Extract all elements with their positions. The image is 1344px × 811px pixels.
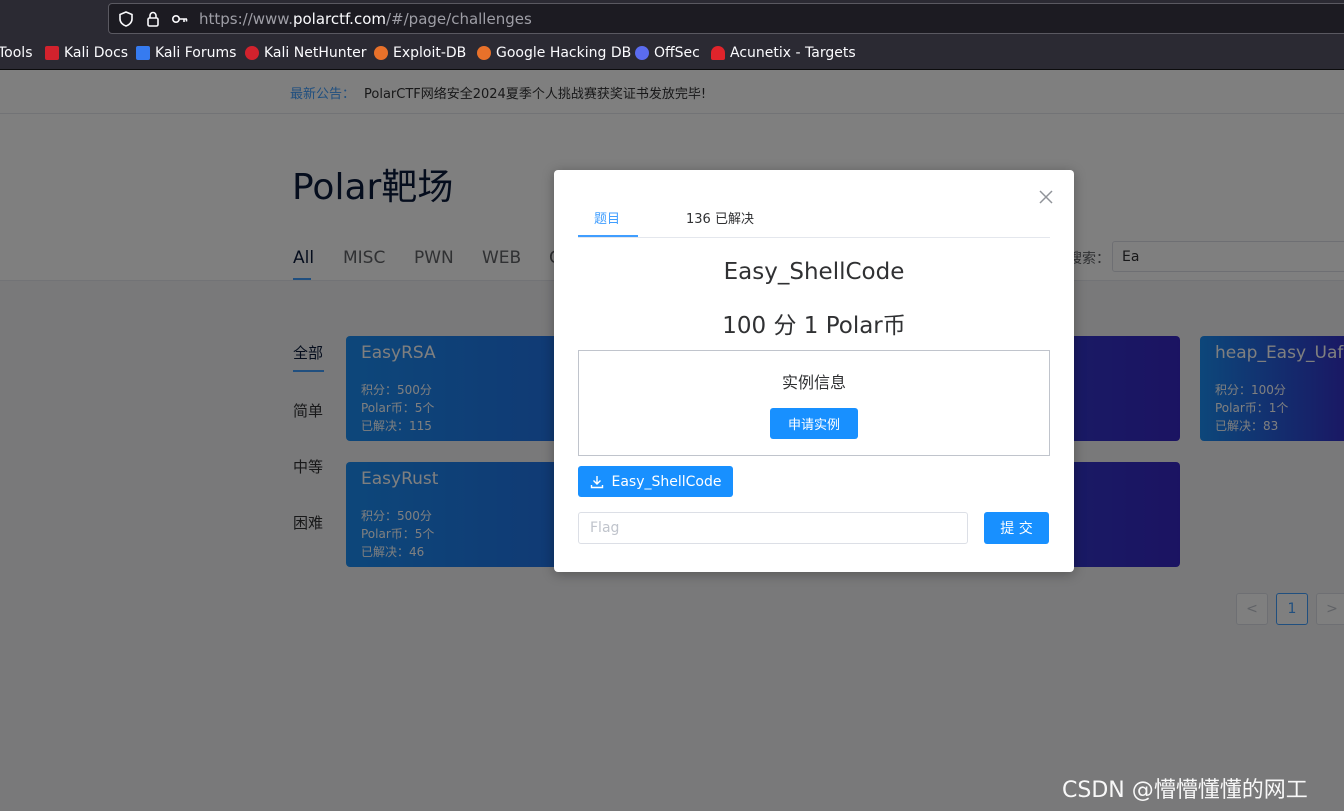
kali-docs-icon	[45, 46, 59, 60]
instance-title: 实例信息	[781, 373, 846, 392]
bookmark-tools[interactable]: Tools	[0, 45, 33, 61]
bookmark-offsec[interactable]: OffSec	[635, 45, 700, 61]
kali-forums-icon	[136, 46, 150, 60]
bookmark-kali-nethunter[interactable]: Kali NetHunter	[245, 45, 366, 61]
bookmarks-bar: Tools Kali Docs Kali Forums Kali NetHunt…	[0, 38, 1344, 70]
lock-icon[interactable]	[144, 10, 162, 28]
download-icon	[590, 475, 603, 488]
challenge-modal: 题目 136 已解决 Easy_ShellCode 100 分 1 Polar币…	[554, 170, 1074, 572]
modal-tab-active-indicator	[578, 235, 638, 237]
watermark: CSDN @懵懵懂懂的网工	[1062, 778, 1308, 803]
ghdb-icon	[477, 46, 491, 60]
browser-toolbar: https://www.polarctf.com/#/page/challeng…	[0, 0, 1344, 38]
key-icon[interactable]	[171, 10, 189, 28]
modal-tabs-divider	[578, 237, 1050, 238]
bookmark-google-hacking-db[interactable]: Google Hacking DB	[477, 45, 631, 61]
bookmark-kali-docs[interactable]: Kali Docs	[45, 45, 128, 61]
acunetix-icon	[711, 46, 725, 60]
modal-tab-challenge[interactable]: 题目	[594, 208, 620, 227]
url-text[interactable]: https://www.polarctf.com/#/page/challeng…	[199, 10, 532, 28]
download-attachment-button[interactable]: Easy_ShellCode	[578, 466, 733, 497]
modal-tab-solved[interactable]: 136 已解决	[686, 208, 754, 227]
offsec-icon	[635, 46, 649, 60]
bookmark-kali-forums[interactable]: Kali Forums	[136, 45, 236, 61]
close-icon[interactable]	[1038, 189, 1054, 205]
apply-instance-button[interactable]: 申请实例	[770, 408, 858, 439]
challenge-score: 100 分 1 Polar币	[722, 313, 906, 339]
instance-info-box: 实例信息 申请实例	[578, 350, 1050, 456]
challenge-name: Easy_ShellCode	[723, 259, 905, 285]
download-button-label: Easy_ShellCode	[611, 473, 722, 490]
kali-nethunter-icon	[245, 46, 259, 60]
submit-flag-button[interactable]: 提 交	[984, 512, 1049, 544]
exploit-db-icon	[374, 46, 388, 60]
bookmark-acunetix[interactable]: Acunetix - Targets	[711, 45, 856, 61]
flag-input[interactable]	[578, 512, 968, 544]
shield-icon[interactable]	[117, 10, 135, 28]
bookmark-exploit-db[interactable]: Exploit-DB	[374, 45, 466, 61]
url-bar[interactable]: https://www.polarctf.com/#/page/challeng…	[108, 3, 1344, 34]
